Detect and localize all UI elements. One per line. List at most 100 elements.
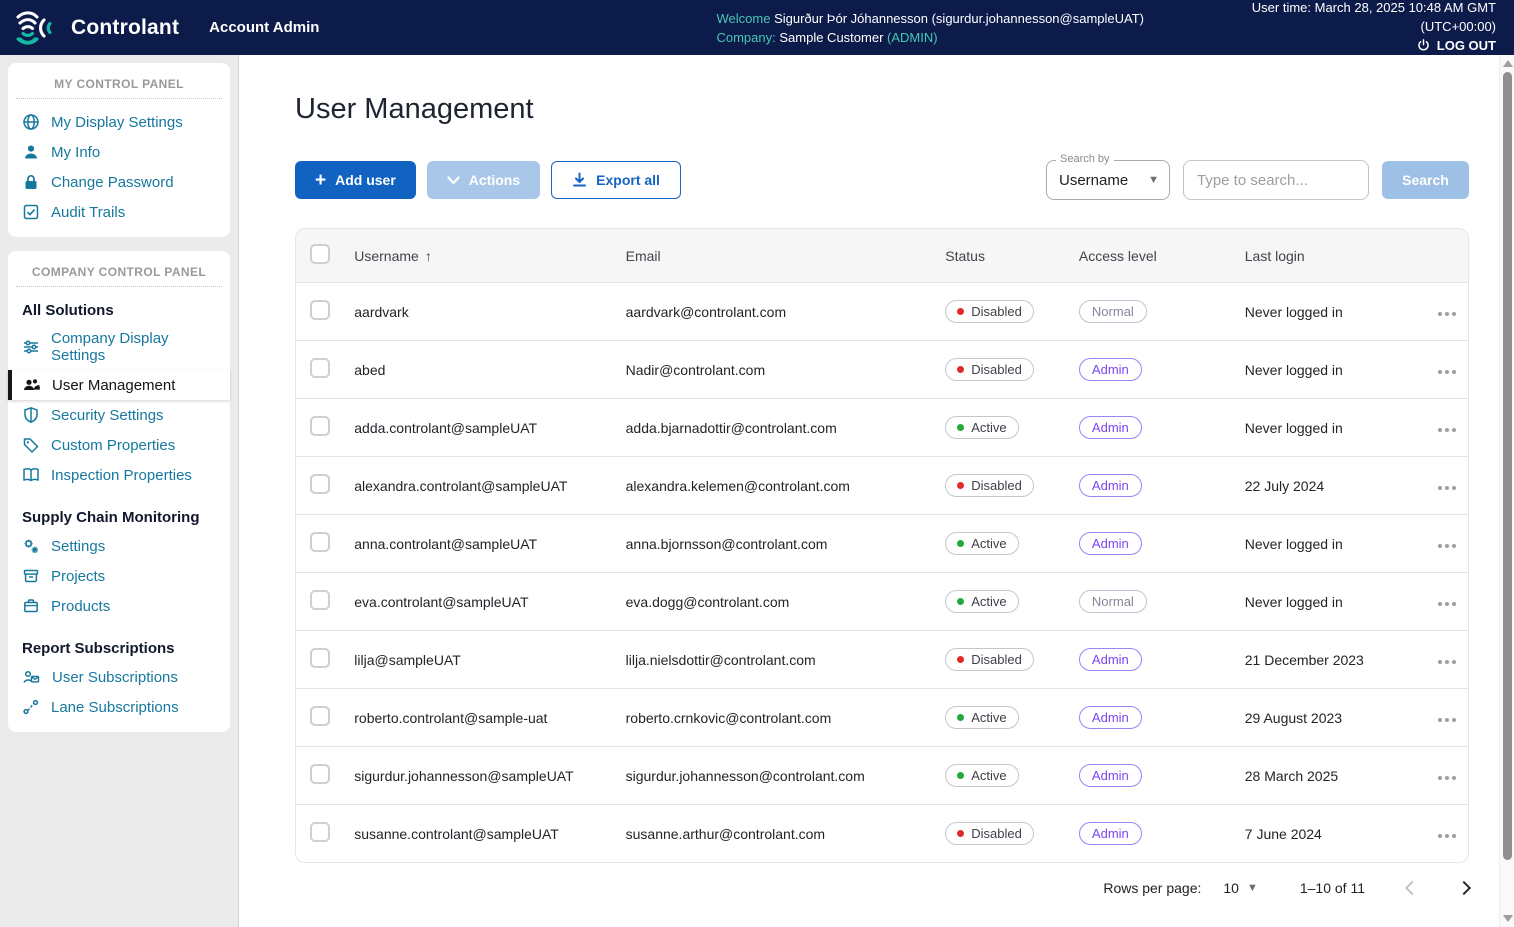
vertical-scrollbar[interactable] (1499, 55, 1514, 927)
sliders-icon (22, 338, 40, 356)
search-by-select[interactable]: Search by Username ▼ (1046, 160, 1170, 200)
sidebar-item-custom-properties[interactable]: Custom Properties (8, 430, 230, 460)
brand-name: Controlant (71, 16, 179, 40)
rows-per-page-select[interactable]: 10 ▼ (1223, 880, 1257, 896)
next-page-button[interactable] (1457, 881, 1471, 895)
cell-last-login: Never logged in (1237, 573, 1426, 631)
group-heading-supply-chain-monitoring: Supply Chain Monitoring (8, 502, 230, 531)
status-badge: Active (945, 590, 1018, 613)
search-by-label: Search by (1056, 153, 1114, 165)
row-checkbox[interactable] (310, 474, 330, 494)
cell-last-login: Never logged in (1237, 341, 1426, 399)
cell-email: Nadir@controlant.com (618, 341, 938, 399)
sidebar-item-lane-subscriptions[interactable]: Lane Subscriptions (8, 692, 230, 722)
company-control-panel-card: COMPANY CONTROL PANEL All Solutions Comp… (8, 251, 230, 732)
column-header-status[interactable]: Status (937, 229, 1071, 283)
scroll-down-arrow-icon[interactable] (1503, 915, 1513, 922)
rows-per-page-value: 10 (1223, 880, 1239, 896)
cell-email: eva.dogg@controlant.com (618, 573, 938, 631)
row-checkbox[interactable] (310, 706, 330, 726)
welcome-line: Welcome Sigurður Þór Jóhannesson (sigurd… (716, 9, 1144, 28)
lane-icon (22, 698, 40, 716)
row-checkbox[interactable] (310, 416, 330, 436)
status-badge: Active (945, 532, 1018, 555)
user-report-icon (22, 668, 41, 686)
sidebar-item-user-management[interactable]: User Management (8, 370, 230, 400)
row-actions-menu-icon[interactable] (1434, 598, 1460, 610)
row-actions-menu-icon[interactable] (1434, 656, 1460, 668)
cell-email: aardvark@controlant.com (618, 283, 938, 341)
row-actions-menu-icon[interactable] (1434, 424, 1460, 436)
sidebar-item-projects[interactable]: Projects (8, 561, 230, 591)
sidebar-item-inspection-properties[interactable]: Inspection Properties (8, 460, 230, 490)
row-checkbox[interactable] (310, 532, 330, 552)
column-header-email[interactable]: Email (618, 229, 938, 283)
row-actions-menu-icon[interactable] (1434, 366, 1460, 378)
scroll-up-arrow-icon[interactable] (1503, 60, 1513, 67)
sidebar-item-company-display-settings[interactable]: Company Display Settings (8, 324, 230, 370)
cell-last-login: 21 December 2023 (1237, 631, 1426, 689)
caret-down-icon: ▼ (1148, 174, 1159, 186)
sidebar-item-audit-trails[interactable]: Audit Trails (8, 197, 230, 227)
cell-username: aardvark (346, 283, 617, 341)
sidebar-item-products[interactable]: Products (8, 591, 230, 621)
status-badge: Active (945, 764, 1018, 787)
lock-icon (22, 173, 40, 191)
rows-per-page-label: Rows per page: (1103, 880, 1201, 896)
export-all-button[interactable]: Export all (551, 161, 681, 199)
table-row: sigurdur.johannesson@sampleUAT sigurdur.… (296, 747, 1468, 805)
pagination-range: 1–10 of 11 (1300, 880, 1365, 896)
sidebar-item-user-subscriptions[interactable]: User Subscriptions (8, 662, 230, 692)
access-badge: Admin (1079, 764, 1142, 787)
status-dot-icon (957, 830, 964, 837)
package-icon (22, 597, 40, 615)
row-actions-menu-icon[interactable] (1434, 482, 1460, 494)
table-body: aardvark aardvark@controlant.com Disable… (296, 283, 1468, 863)
sidebar-item-label: My Info (51, 144, 100, 161)
sidebar-item-label: Lane Subscriptions (51, 699, 179, 716)
cell-email: susanne.arthur@controlant.com (618, 805, 938, 863)
cell-last-login: 29 August 2023 (1237, 689, 1426, 747)
sidebar-item-change-password[interactable]: Change Password (8, 167, 230, 197)
row-checkbox[interactable] (310, 822, 330, 842)
search-area: Search by Username ▼ Search (1046, 160, 1469, 200)
sidebar-item-label: Security Settings (51, 407, 164, 424)
logout-button[interactable]: LOG OUT (1417, 36, 1496, 55)
add-user-button[interactable]: + Add user (295, 161, 416, 199)
cell-username: roberto.controlant@sample-uat (346, 689, 617, 747)
cell-email: alexandra.kelemen@controlant.com (618, 457, 938, 515)
row-checkbox[interactable] (310, 648, 330, 668)
scrollbar-thumb[interactable] (1503, 72, 1512, 860)
column-header-last-login[interactable]: Last login (1237, 229, 1426, 283)
row-checkbox[interactable] (310, 764, 330, 784)
row-checkbox[interactable] (310, 358, 330, 378)
search-button-label: Search (1402, 172, 1449, 188)
row-actions-menu-icon[interactable] (1434, 714, 1460, 726)
table-row: roberto.controlant@sample-uat roberto.cr… (296, 689, 1468, 747)
table-row: lilja@sampleUAT lilja.nielsdottir@contro… (296, 631, 1468, 689)
sidebar-item-my-display-settings[interactable]: My Display Settings (8, 107, 230, 137)
select-all-checkbox[interactable] (310, 244, 330, 264)
sidebar-item-my-info[interactable]: My Info (8, 137, 230, 167)
row-actions-menu-icon[interactable] (1434, 772, 1460, 784)
status-dot-icon (957, 308, 964, 315)
sidebar-item-security-settings[interactable]: Security Settings (8, 400, 230, 430)
column-header-username[interactable]: Username↑ (346, 229, 617, 283)
row-checkbox[interactable] (310, 590, 330, 610)
search-input[interactable] (1183, 160, 1369, 200)
status-dot-icon (957, 714, 964, 721)
row-actions-menu-icon[interactable] (1434, 308, 1460, 320)
row-checkbox[interactable] (310, 300, 330, 320)
toolbar: + Add user Actions Export all (295, 160, 1469, 200)
search-button[interactable]: Search (1382, 161, 1469, 199)
row-actions-menu-icon[interactable] (1434, 830, 1460, 842)
column-header-access-level[interactable]: Access level (1071, 229, 1237, 283)
previous-page-button[interactable] (1405, 881, 1419, 895)
cell-email: roberto.crnkovic@controlant.com (618, 689, 938, 747)
sidebar-item-settings[interactable]: Settings (8, 531, 230, 561)
row-actions-menu-icon[interactable] (1434, 540, 1460, 552)
plus-icon: + (315, 171, 326, 190)
actions-button[interactable]: Actions (427, 161, 540, 199)
download-icon (572, 172, 587, 188)
sidebar-item-label: User Management (52, 377, 175, 394)
